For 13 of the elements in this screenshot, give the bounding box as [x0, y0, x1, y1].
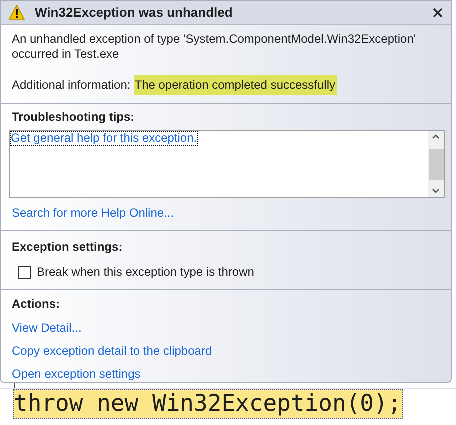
section-heading: Troubleshooting tips: — [12, 109, 136, 126]
action-link[interactable]: Copy exception detail to the clipboard — [12, 343, 212, 359]
checkbox-label: Break when this exception type is thrown — [37, 264, 254, 281]
search-help-link[interactable]: Search for more Help Online... — [12, 204, 174, 222]
help-link[interactable]: Get general help for this exception. — [10, 131, 198, 146]
action-link[interactable]: Open exception settings — [12, 366, 141, 382]
exception-message: An unhandled exception of type 'System.ComponentModel.Win32Exception' occurred in Test.exe — [12, 32, 418, 62]
section-heading: Exception settings: — [12, 239, 124, 256]
dialog-title: Win32Exception was unhandled — [35, 4, 234, 22]
section-heading: Actions: — [12, 296, 60, 313]
info-value: The operation completed successfully — [134, 75, 337, 95]
action-link[interactable]: View Detail... — [12, 320, 82, 336]
info-label: Additional information: — [12, 77, 131, 94]
